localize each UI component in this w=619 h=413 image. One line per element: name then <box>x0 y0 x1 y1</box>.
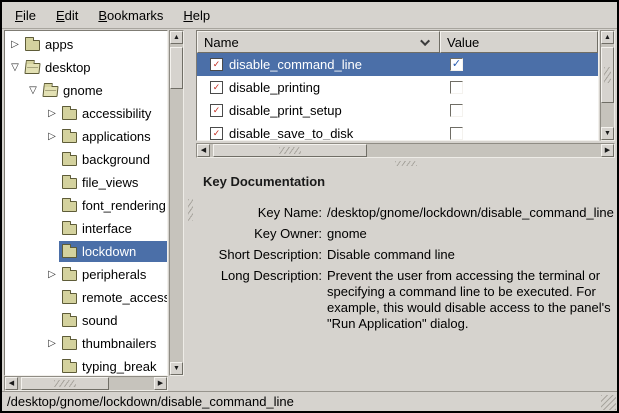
expander-collapsed-icon[interactable]: ▷ <box>45 338 59 349</box>
tree-item-background[interactable]: background <box>5 148 167 171</box>
tree-item-accessibility[interactable]: ▷ accessibility <box>5 102 167 125</box>
pane-splitter-horizontal[interactable] <box>196 158 615 168</box>
doc-field-label: Key Name: <box>196 205 322 221</box>
doc-field-label: Short Description: <box>196 247 322 263</box>
menu-edit[interactable]: Edit <box>46 5 88 26</box>
value-checkbox[interactable]: ✓ <box>450 104 463 117</box>
menu-bookmarks[interactable]: Bookmarks <box>88 5 173 26</box>
doc-key-name-value: /desktop/gnome/lockdown/disable_command_… <box>327 205 615 221</box>
tree-item-file-views[interactable]: file_views <box>5 171 167 194</box>
doc-short-description-value: Disable command line <box>327 247 615 263</box>
open-folder-icon <box>42 86 58 97</box>
menu-help[interactable]: Help <box>173 5 220 26</box>
pane-splitter-vertical[interactable] <box>186 29 195 391</box>
tree-item-desktop[interactable]: ▽ desktop <box>5 56 167 79</box>
key-row-disable-command-line[interactable]: ✓disable_command_line ✓ <box>197 53 598 76</box>
scroll-up-icon[interactable]: ▲ <box>601 31 614 44</box>
key-icon: ✓ <box>210 127 223 140</box>
key-row-disable-printing[interactable]: ✓disable_printing ✓ <box>197 76 598 99</box>
column-header-name[interactable]: Name <box>197 31 440 53</box>
splitter-grip <box>188 199 193 221</box>
tree-item-lockdown[interactable]: lockdown <box>5 240 167 263</box>
folder-icon <box>25 40 40 51</box>
key-documentation-pane: Key Documentation Key Name: /desktop/gno… <box>196 168 615 391</box>
scroll-up-icon[interactable]: ▲ <box>170 31 183 44</box>
folder-icon <box>62 316 77 327</box>
value-checkbox[interactable]: ✓ <box>450 81 463 94</box>
config-tree: ▷ apps ▽ desktop ▽ gnome ▷ accessibility… <box>4 30 168 376</box>
open-folder-icon <box>24 63 40 74</box>
statusbar: /desktop/gnome/lockdown/disable_command_… <box>2 391 617 411</box>
folder-icon <box>62 201 77 212</box>
tree-item-applications[interactable]: ▷ applications <box>5 125 167 148</box>
menu-file[interactable]: File <box>5 5 46 26</box>
list-vscroll-thumb[interactable] <box>601 47 614 103</box>
tree-item-thumbnailers[interactable]: ▷ thumbnailers <box>5 332 167 355</box>
menubar: File Edit Bookmarks Help <box>2 2 617 29</box>
tree-item-gnome[interactable]: ▽ gnome <box>5 79 167 102</box>
folder-icon <box>62 109 77 120</box>
tree-item-peripherals[interactable]: ▷ peripherals <box>5 263 167 286</box>
expander-expanded-icon[interactable]: ▽ <box>26 85 40 96</box>
tree-item-interface[interactable]: interface <box>5 217 167 240</box>
scroll-right-icon[interactable]: ▶ <box>601 144 614 157</box>
expander-collapsed-icon[interactable]: ▷ <box>45 108 59 119</box>
key-icon: ✓ <box>210 58 223 71</box>
tree-vscroll-thumb[interactable] <box>170 47 183 89</box>
value-checkbox[interactable]: ✓ <box>450 58 463 71</box>
doc-long-description-value: Prevent the user from accessing the term… <box>327 268 615 332</box>
key-list: Name Value ✓disable_command_line ✓ ✓disa… <box>196 30 599 141</box>
folder-icon <box>62 270 77 281</box>
list-hscroll-thumb[interactable] <box>213 144 367 157</box>
scroll-down-icon[interactable]: ▼ <box>601 127 614 140</box>
key-list-horizontal-scrollbar[interactable]: ◀ ▶ <box>196 143 615 158</box>
key-list-header: Name Value <box>197 31 598 53</box>
folder-icon <box>62 339 77 350</box>
doc-key-owner-value: gnome <box>327 226 615 242</box>
splitter-grip <box>395 161 417 166</box>
key-row-disable-save-to-disk[interactable]: ✓disable_save_to_disk ✓ <box>197 122 598 141</box>
statusbar-path: /desktop/gnome/lockdown/disable_command_… <box>7 394 294 409</box>
tree-horizontal-scrollbar[interactable]: ◀ ▶ <box>4 376 168 391</box>
tree-item-typing-break[interactable]: typing_break <box>5 355 167 376</box>
key-icon: ✓ <box>210 81 223 94</box>
scroll-down-icon[interactable]: ▼ <box>170 362 183 375</box>
tree-vertical-scrollbar[interactable]: ▲ ▼ <box>169 30 184 376</box>
scroll-left-icon[interactable]: ◀ <box>197 144 210 157</box>
gconf-editor-window: File Edit Bookmarks Help ▷ apps ▽ deskto… <box>0 0 619 413</box>
doc-title: Key Documentation <box>196 168 615 189</box>
key-list-vertical-scrollbar[interactable]: ▲ ▼ <box>600 30 615 141</box>
folder-icon <box>62 155 77 166</box>
folder-icon <box>62 293 77 304</box>
folder-icon <box>62 132 77 143</box>
folder-icon <box>62 178 77 189</box>
expander-collapsed-icon[interactable]: ▷ <box>45 131 59 142</box>
tree-hscroll-thumb[interactable] <box>21 377 109 390</box>
sort-indicator-icon <box>420 36 430 46</box>
key-row-disable-print-setup[interactable]: ✓disable_print_setup ✓ <box>197 99 598 122</box>
tree-item-remote-access[interactable]: remote_access <box>5 286 167 309</box>
folder-icon <box>62 247 77 258</box>
key-icon: ✓ <box>210 104 223 117</box>
folder-icon <box>62 362 77 373</box>
doc-field-label: Long Description: <box>196 268 322 332</box>
tree-item-apps[interactable]: ▷ apps <box>5 33 167 56</box>
resize-grip[interactable] <box>601 395 616 410</box>
scroll-right-icon[interactable]: ▶ <box>154 377 167 390</box>
expander-collapsed-icon[interactable]: ▷ <box>45 269 59 280</box>
doc-field-label: Key Owner: <box>196 226 322 242</box>
value-checkbox[interactable]: ✓ <box>450 127 463 140</box>
tree-item-sound[interactable]: sound <box>5 309 167 332</box>
expander-collapsed-icon[interactable]: ▷ <box>8 39 22 50</box>
folder-icon <box>62 224 77 235</box>
column-header-value[interactable]: Value <box>440 31 598 53</box>
scroll-left-icon[interactable]: ◀ <box>5 377 18 390</box>
expander-expanded-icon[interactable]: ▽ <box>8 62 22 73</box>
tree-item-font-rendering[interactable]: font_rendering <box>5 194 167 217</box>
